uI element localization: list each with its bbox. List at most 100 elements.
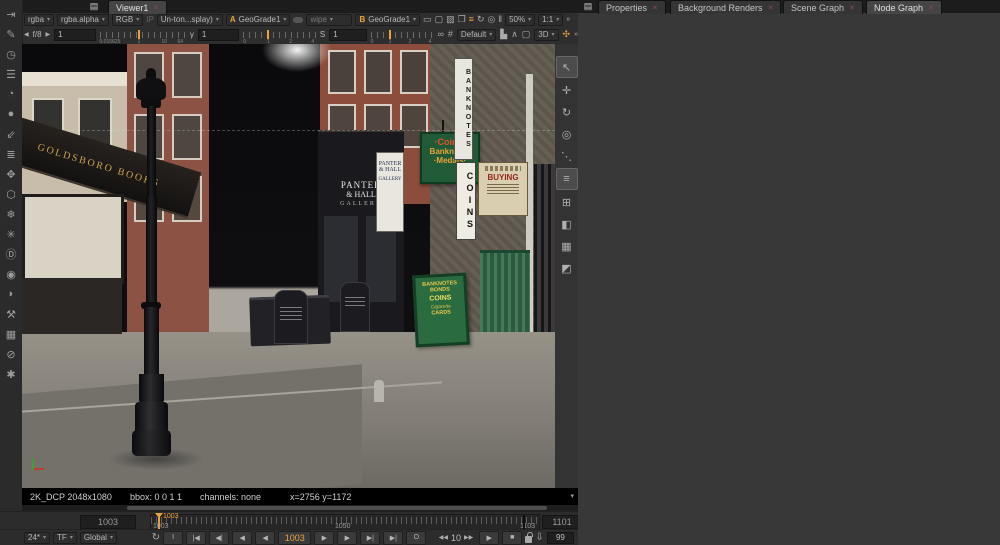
alpha-dropdown[interactable]: rgba.alpha▾	[57, 14, 109, 26]
tab-scene-graph[interactable]: Scene Graph✕	[783, 0, 863, 14]
out-point-button[interactable]: O	[406, 531, 426, 545]
mirror-tool-icon[interactable]: ◩	[557, 258, 577, 278]
merge-tool-icon[interactable]: ≣	[0, 144, 22, 164]
play-forward-button[interactable]: ▶	[337, 531, 357, 545]
tab-properties[interactable]: Properties✕	[598, 0, 666, 14]
wipe-dropdown[interactable]: wipe▾	[306, 14, 352, 26]
pane-menu-icon[interactable]: ▤	[582, 1, 594, 12]
loop-mode-icon[interactable]: ↻	[152, 533, 160, 543]
input-process-button[interactable]: IP	[146, 16, 154, 24]
chevron-down-icon[interactable]: ▾	[570, 493, 574, 500]
tab-background-renders[interactable]: Background Renders✕	[670, 0, 781, 14]
translate-tool-icon[interactable]: ✛	[557, 80, 577, 100]
particles-tool-icon[interactable]: ❄	[0, 204, 22, 224]
skew-tool-icon[interactable]: ⋱	[557, 146, 577, 166]
lut-dropdown[interactable]: Default▾	[457, 29, 496, 41]
draw-tool-icon[interactable]: ✎	[0, 24, 22, 44]
other-tool-icon[interactable]: ◗	[0, 284, 22, 304]
jump-forward-icon[interactable]: ▶▶	[464, 535, 473, 541]
close-icon[interactable]: ✕	[652, 4, 658, 12]
gain-decrease-icon[interactable]: ◀	[24, 32, 29, 38]
pause-icon[interactable]: ‖	[498, 15, 502, 24]
rotate-tool-icon[interactable]: ↻	[557, 102, 577, 122]
close-icon[interactable]: ✕	[928, 4, 934, 12]
b-input-dropdown[interactable]: BGeoGrade1▾	[355, 14, 420, 26]
filter-tool-icon[interactable]: ●	[0, 104, 22, 124]
wireframe-grid-icon[interactable]: #	[448, 30, 453, 39]
gain-increase-icon[interactable]: ▶	[46, 32, 51, 38]
fps-dropdown[interactable]: 24*▾	[24, 532, 50, 544]
color-tool-icon[interactable]: ◔	[0, 84, 22, 104]
collapse-chevrons-icon[interactable]: »	[566, 16, 570, 23]
time-tool-icon[interactable]: ◷	[0, 44, 22, 64]
scrollbar-thumb[interactable]	[127, 506, 547, 510]
plugins-icon[interactable]: ⊘	[0, 344, 22, 364]
step-back-button[interactable]: ◀	[255, 531, 275, 545]
range-end-input[interactable]: 1101	[542, 515, 582, 529]
tab-viewer1[interactable]: Viewer1 ✕	[108, 0, 167, 14]
layers-icon[interactable]: ❐	[458, 15, 466, 24]
saturation-slider[interactable]: 0 1 2 4	[371, 32, 434, 38]
refresh-icon[interactable]: ↻	[477, 15, 485, 24]
grid-snap-tool-icon[interactable]: ◧	[557, 214, 577, 234]
jump-back-icon[interactable]: ◀◀	[439, 535, 448, 541]
pixel-aspect-dropdown[interactable]: 1:1▾	[538, 14, 563, 26]
range-scope-dropdown[interactable]: Global▾	[80, 532, 117, 544]
cursor-tool-icon[interactable]: ↖	[556, 56, 578, 78]
gamma-display-icon[interactable]: ▢	[435, 15, 444, 24]
gizmos-icon[interactable]: ▦	[0, 324, 22, 344]
viewer-canvas[interactable]: PANTER & HALL GALLERY PANTER & HALL GALL…	[22, 44, 555, 488]
views-tool-icon[interactable]: Ⓓ	[0, 244, 22, 264]
close-icon[interactable]: ✕	[153, 4, 159, 12]
gamma-slider[interactable]: 0 1 2 4	[243, 32, 316, 38]
in-point-button[interactable]: I	[163, 531, 183, 545]
flipbook-play-button[interactable]: ▶	[479, 531, 499, 545]
saturation-input[interactable]: 1	[329, 29, 366, 41]
view-mode-dropdown[interactable]: 3D▾	[534, 29, 558, 41]
playhead-marker-icon[interactable]	[155, 513, 163, 518]
grid-layout-tool-icon[interactable]: ▦	[557, 236, 577, 256]
gizmo-icon[interactable]: ✣	[563, 30, 571, 39]
play-backward-button[interactable]: ◀	[232, 531, 252, 545]
gain-slider[interactable]: 0.015625 1 10 64	[100, 32, 186, 38]
step-forward-button[interactable]: ▶	[314, 531, 334, 545]
cache-memory-field[interactable]: 99	[547, 532, 574, 544]
deep-tool-icon[interactable]: ✳	[0, 224, 22, 244]
close-icon[interactable]: ✕	[768, 4, 774, 12]
frustum-icon[interactable]: ∧	[511, 30, 518, 39]
timeline-ruler[interactable]: 1003 1003 1050 1103	[150, 514, 540, 530]
display-channel-dropdown[interactable]: RGB▾	[112, 14, 143, 26]
next-keyframe-button[interactable]: ▶|	[360, 531, 380, 545]
flipbook-stop-button[interactable]: ■	[502, 531, 522, 545]
tf-dropdown[interactable]: TF▾	[53, 532, 77, 544]
proxy-mode-icon[interactable]: ▨	[446, 15, 455, 24]
eject-icon[interactable]: ⇩	[535, 533, 543, 543]
channels-dropdown[interactable]: rgba▾	[24, 14, 54, 26]
pane-menu-icon[interactable]: ▤	[88, 1, 100, 12]
distribute-tool-icon[interactable]: ⊞	[557, 192, 577, 212]
prev-keyframe-button[interactable]: ◀|	[209, 531, 229, 545]
align-tool-icon[interactable]: ≡	[556, 168, 578, 190]
extra-tool-icon[interactable]: ✱	[0, 364, 22, 384]
a-input-dropdown[interactable]: AGeoGrade1▾	[226, 14, 291, 26]
3d-tool-icon[interactable]: ⬡	[0, 184, 22, 204]
gamma-input[interactable]: 1	[198, 29, 239, 41]
transform-tool-icon[interactable]: ✥	[0, 164, 22, 184]
gain-input[interactable]: 1	[54, 29, 95, 41]
stereo-glasses-icon[interactable]: ∞	[437, 30, 443, 39]
toolsets-icon[interactable]: ⚒	[0, 304, 22, 324]
metadata-tool-icon[interactable]: ◉	[0, 264, 22, 284]
zoom-dropdown[interactable]: 50%▾	[505, 14, 535, 26]
current-frame-field[interactable]: 1003	[278, 531, 311, 545]
roi-icon[interactable]: ◎	[487, 15, 495, 24]
lock-icon[interactable]	[525, 536, 532, 543]
scale-tool-icon[interactable]: ◎	[557, 124, 577, 144]
goto-start-button[interactable]: |◀	[186, 531, 206, 545]
wipe-toggle[interactable]	[293, 17, 303, 23]
tab-node-graph[interactable]: Node Graph✕	[866, 0, 942, 14]
keyer-tool-icon[interactable]: ⇙	[0, 124, 22, 144]
scene-view-icon[interactable]: ▙	[500, 30, 507, 39]
stereo-modes-icon[interactable]: ≡	[469, 15, 474, 24]
dock-arrow-icon[interactable]: ⇥	[0, 4, 22, 24]
close-icon[interactable]: ✕	[849, 4, 855, 12]
